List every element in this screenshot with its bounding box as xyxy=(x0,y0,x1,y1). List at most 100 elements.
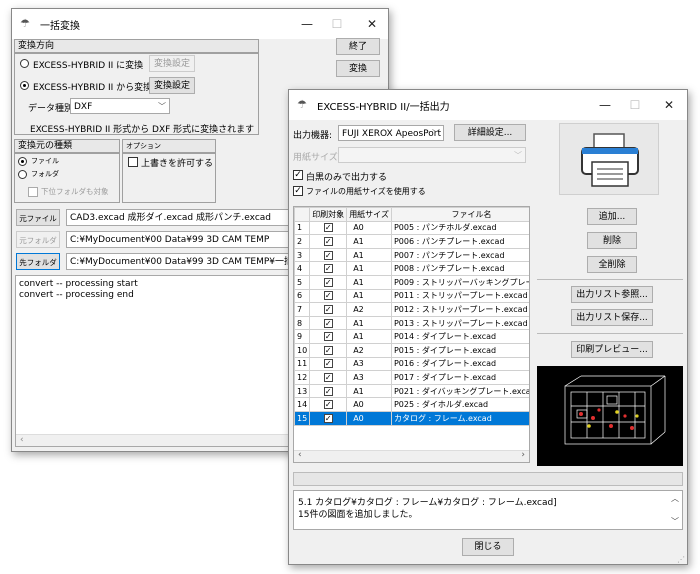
printer-icon xyxy=(559,123,659,195)
progress-bar xyxy=(293,472,683,486)
print-preview-button[interactable]: 印刷プレビュー... xyxy=(571,341,653,358)
table-row[interactable]: 14 ✓ A0 P025 : ダイホルダ.excad xyxy=(294,397,529,412)
row-index: 15 xyxy=(294,410,311,426)
print-target-checkbox[interactable]: ✓ xyxy=(323,236,333,246)
chevron-right-icon[interactable]: › xyxy=(521,450,525,460)
divider xyxy=(537,333,683,334)
delete-all-button[interactable]: 全削除 xyxy=(587,256,637,273)
paper-size-label: 用紙サイズ: xyxy=(293,153,341,163)
print-target-checkbox[interactable]: ✓ xyxy=(323,304,333,314)
data-type-label: データ種別 xyxy=(28,104,74,114)
print-target-cell: ✓ xyxy=(309,342,348,358)
table-row[interactable]: 13 ✓ A1 P021 : ダイバッキングプレート.excad xyxy=(294,383,529,399)
subfolder-checkbox[interactable] xyxy=(28,187,38,197)
source-folder-button[interactable]: 元フォルダ xyxy=(16,231,60,248)
row-index: 1 xyxy=(294,220,311,236)
print-target-cell: ✓ xyxy=(309,220,348,236)
chevron-left-icon[interactable]: ‹ xyxy=(298,450,302,460)
paper-size-cell: A0 xyxy=(346,220,392,236)
delete-button[interactable]: 削除 xyxy=(587,232,637,249)
close-button[interactable]: ✕ xyxy=(649,94,689,116)
table-row[interactable]: 2 ✓ A1 P006 : パンチプレート.excad xyxy=(294,234,529,249)
filename-cell: P025 : ダイホルダ.excad xyxy=(390,397,529,412)
print-target-cell: ✓ xyxy=(309,234,348,249)
close-button[interactable]: ✕ xyxy=(352,13,392,35)
bw-checkbox[interactable]: ✓ xyxy=(293,170,303,180)
print-table: 印刷対象 用紙サイズ ファイル名 1 ✓ A0 P005 : パンチホルダ.excad… xyxy=(294,207,529,426)
col-header-filename[interactable]: ファイル名 xyxy=(390,207,529,222)
table-row[interactable]: 7 ✓ A2 P012 : ストリッパープレート.excad xyxy=(294,302,529,317)
list-reference-button[interactable]: 出力リスト参照... xyxy=(571,286,653,303)
print-target-checkbox[interactable]: ✓ xyxy=(323,386,333,396)
log-line: convert -- processing end xyxy=(19,290,134,300)
print-target-checkbox[interactable]: ✓ xyxy=(323,359,333,369)
source-file-button[interactable]: 元ファイル xyxy=(16,209,60,226)
row-index: 10 xyxy=(294,342,311,358)
print-target-checkbox[interactable]: ✓ xyxy=(323,291,333,301)
table-row[interactable]: 5 ✓ A1P009 : ストリッパーバッキングプレート.e xyxy=(294,274,529,290)
radio-source-folder[interactable] xyxy=(18,170,27,179)
paper-size-select[interactable]: ﹀ xyxy=(338,147,526,163)
print-list[interactable]: 印刷対象 用紙サイズ ファイル名 1 ✓ A0 P005 : パンチホルダ.excad… xyxy=(293,206,530,463)
print-target-cell: ✓ xyxy=(309,302,348,317)
table-row[interactable]: 8 ✓ A1 P013 : ストリッパープレート.excad xyxy=(294,315,529,331)
divider xyxy=(537,279,683,280)
filename-cell: P015 : ダイプレート.excad xyxy=(390,342,529,358)
title-bar: ☂ EXCESS-HYBRID II/一括出力 — ☐ ✕ xyxy=(289,90,687,120)
dest-folder-button[interactable]: 先フォルダ xyxy=(16,253,60,270)
scroll-down-icon[interactable]: ﹀ xyxy=(671,516,679,527)
table-row[interactable]: 1 ✓ A0 P005 : パンチホルダ.excad xyxy=(294,220,529,236)
file-paper-size-checkbox[interactable]: ✓ xyxy=(293,186,303,196)
col-header-size[interactable]: 用紙サイズ xyxy=(346,207,392,222)
print-target-checkbox[interactable]: ✓ xyxy=(323,372,333,382)
print-target-cell: ✓ xyxy=(309,315,348,331)
table-row[interactable]: 4 ✓ A1 P008 : パンチプレート.excad xyxy=(294,261,529,276)
end-button[interactable]: 終了 xyxy=(336,38,380,55)
data-type-select[interactable]: DXF ﹀ xyxy=(70,98,170,114)
print-target-checkbox[interactable]: ✓ xyxy=(323,277,333,287)
print-target-checkbox[interactable]: ✓ xyxy=(323,250,333,260)
table-row[interactable]: 9 ✓ A1 P014 : ダイプレート.excad xyxy=(294,329,529,344)
detail-settings-button[interactable]: 詳細設定... xyxy=(454,124,526,141)
convert-button[interactable]: 変換 xyxy=(336,60,380,77)
list-save-button[interactable]: 出力リスト保存... xyxy=(571,309,653,326)
print-target-checkbox[interactable]: ✓ xyxy=(323,264,333,274)
col-header-print[interactable]: 印刷対象 xyxy=(309,207,348,222)
add-button[interactable]: 追加... xyxy=(587,208,637,225)
radio-source-file[interactable] xyxy=(18,157,27,166)
print-target-checkbox[interactable]: ✓ xyxy=(323,413,333,423)
paper-size-cell: A1 xyxy=(346,383,392,399)
print-target-checkbox[interactable]: ✓ xyxy=(323,400,333,410)
table-row[interactable]: 6 ✓ A1 P011 : ストリッパープレート.excad xyxy=(294,288,529,304)
batch-print-window: ☂ EXCESS-HYBRID II/一括出力 — ☐ ✕ 出力機器: FUJI… xyxy=(288,89,688,565)
maximize-button[interactable]: ☐ xyxy=(317,13,357,35)
radio-to-hybrid-label: EXCESS-HYBRID II に変換 xyxy=(33,61,144,71)
convert-settings-button-disabled[interactable]: 変換設定 xyxy=(149,55,195,72)
print-target-checkbox[interactable]: ✓ xyxy=(323,223,333,233)
print-target-checkbox[interactable]: ✓ xyxy=(323,345,333,355)
horizontal-scrollbar[interactable]: ‹ › xyxy=(294,450,529,462)
chevron-left-icon[interactable]: ‹ xyxy=(20,435,24,445)
print-target-checkbox[interactable]: ✓ xyxy=(323,318,333,328)
table-row[interactable]: 3 ✓ A1 P007 : パンチプレート.excad xyxy=(294,247,529,263)
print-target-cell: ✓ xyxy=(309,370,348,385)
scroll-up-icon[interactable]: ︿ xyxy=(671,493,679,504)
table-row[interactable]: 11 ✓ A3 P016 : ダイプレート.excad xyxy=(294,356,529,372)
filename-cell: P006 : パンチプレート.excad xyxy=(390,234,529,249)
radio-to-hybrid[interactable] xyxy=(20,59,29,68)
table-row[interactable]: 12 ✓ A3 P017 : ダイプレート.excad xyxy=(294,370,529,385)
radio-from-hybrid[interactable] xyxy=(20,81,29,90)
printer-select[interactable]: FUJI XEROX ApeosPort ﹀ xyxy=(338,125,444,141)
table-row[interactable]: 15 ✓ A0 カタログ : フレーム.excad xyxy=(294,410,529,426)
close-dialog-button[interactable]: 閉じる xyxy=(462,538,514,556)
paper-size-cell: A2 xyxy=(346,342,392,358)
row-index: 3 xyxy=(294,247,311,263)
print-target-checkbox[interactable]: ✓ xyxy=(323,332,333,342)
window-title: EXCESS-HYBRID II/一括出力 xyxy=(317,102,450,113)
convert-settings-button[interactable]: 変換設定 xyxy=(149,77,195,94)
paper-size-cell: A1 xyxy=(346,329,392,344)
overwrite-checkbox[interactable] xyxy=(128,157,138,167)
conversion-info-text: EXCESS-HYBRID II 形式から DXF 形式に変換されます xyxy=(30,125,255,135)
table-row[interactable]: 10 ✓ A2 P015 : ダイプレート.excad xyxy=(294,342,529,358)
resize-grip-icon[interactable]: ⋰ xyxy=(677,555,685,564)
